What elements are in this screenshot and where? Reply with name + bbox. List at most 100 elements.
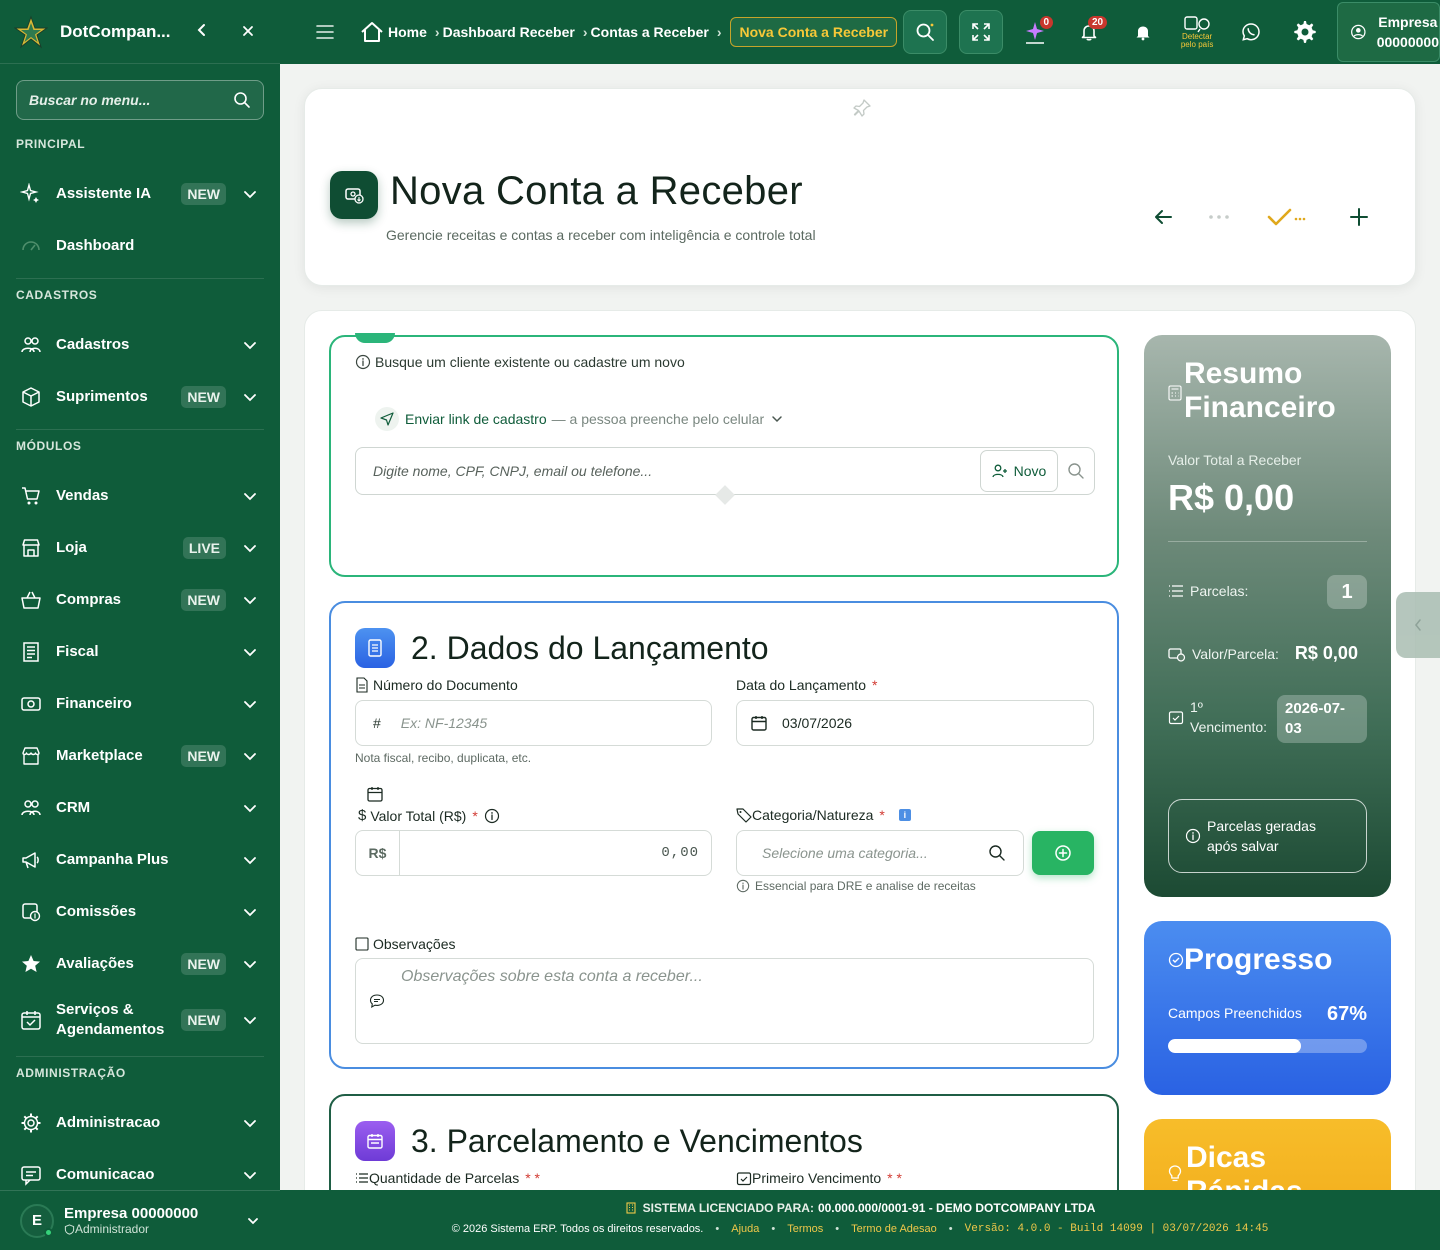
chevron-down-icon[interactable] — [240, 538, 260, 558]
breadcrumb-home[interactable]: Home — [360, 21, 427, 43]
sidebar-item-crm[interactable]: CRM — [0, 782, 280, 834]
logo-star-icon[interactable] — [14, 15, 48, 49]
client-search-input[interactable] — [356, 463, 980, 479]
doc-number-input[interactable] — [400, 715, 681, 731]
translate-icon — [1184, 16, 1210, 33]
category-select[interactable] — [762, 845, 982, 861]
chevron-down-icon[interactable] — [240, 694, 260, 714]
sidebar-item-fiscal[interactable]: Fiscal — [0, 626, 280, 678]
alerts-button[interactable] — [1121, 10, 1165, 54]
global-search-button[interactable] — [903, 10, 948, 54]
close-sidebar-button[interactable] — [238, 21, 258, 42]
section-cliente: Busque um cliente existente ou cadastre … — [329, 333, 1119, 577]
chevron-down-icon[interactable] — [240, 798, 260, 818]
sidebar-item-vendas[interactable]: Vendas — [0, 470, 280, 522]
required-marker: * — [871, 677, 878, 693]
adhesion-terms-link[interactable]: Termo de Adesao — [851, 1223, 937, 1235]
breadcrumb-dashboard-receber[interactable]: Dashboard Receber — [443, 24, 575, 40]
required-marker: * * — [525, 1170, 541, 1186]
chevron-down-icon[interactable] — [240, 590, 260, 610]
collapse-sidebar-button[interactable] — [192, 21, 212, 42]
info-icon[interactable] — [484, 808, 500, 824]
sidebar-search — [16, 80, 264, 120]
sidebar-item-suprimentos[interactable]: Suprimentos NEW — [0, 371, 280, 423]
installments-label: Parcelas: — [1190, 583, 1249, 599]
pin-icon[interactable] — [851, 97, 873, 124]
launch-date-field[interactable] — [736, 700, 1094, 746]
sidebar-item-comiss-es[interactable]: Comissões — [0, 886, 280, 938]
sidebar-item-dashboard[interactable]: Dashboard — [0, 220, 280, 272]
chevron-down-icon[interactable] — [246, 1214, 260, 1228]
add-category-button[interactable] — [1032, 831, 1094, 875]
chevron-down-icon[interactable] — [240, 954, 260, 974]
breadcrumb-home-label: Home — [388, 24, 427, 40]
launch-date-label-text: Data do Lançamento — [736, 677, 866, 693]
menu-toggle-button[interactable] — [316, 25, 334, 39]
notifications-button[interactable]: 20 — [1067, 10, 1111, 54]
send-registration-link[interactable]: Enviar link de cadastro — a pessoa preen… — [375, 407, 784, 431]
user-info: Empresa 00000000 Administrador — [64, 1205, 246, 1236]
sidebar-item-compras[interactable]: Compras NEW — [0, 574, 280, 626]
sidebar-user[interactable]: E Empresa 00000000 Administrador — [0, 1190, 280, 1250]
chevron-down-icon[interactable] — [240, 184, 260, 204]
info-badge-icon[interactable]: i — [898, 809, 911, 821]
first-due-row: 1º Vencimento: — [1168, 697, 1267, 737]
sidebar-search-input[interactable] — [29, 92, 233, 108]
sidebar-item-assistente-ia[interactable]: Assistente IA NEW — [0, 168, 280, 220]
chevron-down-icon[interactable] — [240, 1165, 260, 1185]
chevron-down-icon[interactable] — [240, 387, 260, 407]
chevron-down-icon[interactable] — [240, 850, 260, 870]
category-field[interactable] — [736, 830, 1024, 876]
new-client-button[interactable]: Novo — [980, 450, 1058, 492]
category-hint: Essencial para DRE e analise de receitas — [736, 879, 976, 893]
back-button[interactable] — [1145, 199, 1181, 235]
notes-textarea[interactable] — [401, 968, 1071, 1034]
chevron-down-icon[interactable] — [240, 902, 260, 922]
client-search-button[interactable] — [1062, 462, 1090, 480]
total-value-input[interactable] — [400, 845, 711, 861]
sidebar-item-avalia-es[interactable]: Avaliações NEW — [0, 938, 280, 990]
sidebar-item-marketplace[interactable]: Marketplace NEW — [0, 730, 280, 782]
fullscreen-button[interactable] — [959, 10, 1004, 54]
company-switcher[interactable]: Empresa 00000000 — [1337, 2, 1440, 62]
launch-date-input[interactable] — [782, 715, 982, 731]
chevron-down-icon[interactable] — [240, 335, 260, 355]
send-link-description: — a pessoa preenche pelo celular — [551, 411, 765, 427]
side-panel-toggle[interactable] — [1396, 592, 1440, 658]
more-options-button[interactable] — [1201, 199, 1237, 235]
chevron-down-icon[interactable] — [240, 486, 260, 506]
chevron-down-icon[interactable] — [240, 642, 260, 662]
sidebar-item-administracao[interactable]: Administracao — [0, 1097, 280, 1149]
money-icon — [1168, 647, 1186, 662]
settings-button[interactable] — [1283, 10, 1327, 54]
sidebar-item-loja[interactable]: Loja LIVE — [0, 522, 280, 574]
sidebar-item-financeiro[interactable]: Financeiro — [0, 678, 280, 730]
search-icon[interactable] — [233, 91, 251, 109]
brand-name: DotCompan... — [60, 21, 171, 41]
ai-sparkle-button[interactable]: 0 — [1013, 10, 1057, 54]
hamburger-icon — [316, 25, 334, 39]
add-button[interactable] — [1341, 199, 1377, 235]
sidebar-item-cadastros[interactable]: Cadastros — [0, 319, 280, 371]
calculator-icon — [1168, 385, 1182, 401]
save-button[interactable] — [1263, 199, 1313, 235]
dots-icon — [1209, 215, 1229, 219]
whatsapp-button[interactable] — [1229, 10, 1273, 54]
terms-link[interactable]: Termos — [787, 1223, 823, 1235]
chevron-down-icon[interactable] — [240, 746, 260, 766]
first-due-label: Primeiro Vencimento * * — [736, 1170, 902, 1186]
section-cadastros: CADASTROS — [16, 288, 98, 302]
chevron-down-icon[interactable] — [240, 1113, 260, 1133]
chevron-down-icon[interactable] — [240, 1010, 260, 1030]
file-icon — [356, 677, 368, 693]
sidebar-item-campanha-plus[interactable]: Campanha Plus — [0, 834, 280, 886]
help-link[interactable]: Ajuda — [731, 1223, 759, 1235]
sidebar-item-servi-os-agendamentos[interactable]: Serviços & Agendamentos NEW — [0, 990, 280, 1050]
breadcrumb-contas-receber[interactable]: Contas a Receber — [591, 24, 709, 40]
search-icon — [916, 23, 934, 41]
section-administracao: ADMINISTRAÇÃO — [16, 1066, 126, 1080]
sidebar-item-badge: LIVE — [182, 537, 226, 559]
sidebar-item-label: Financeiro — [56, 695, 132, 712]
detect-country-button[interactable]: Detectar pelo país — [1175, 10, 1219, 54]
search-icon[interactable] — [988, 844, 1006, 862]
